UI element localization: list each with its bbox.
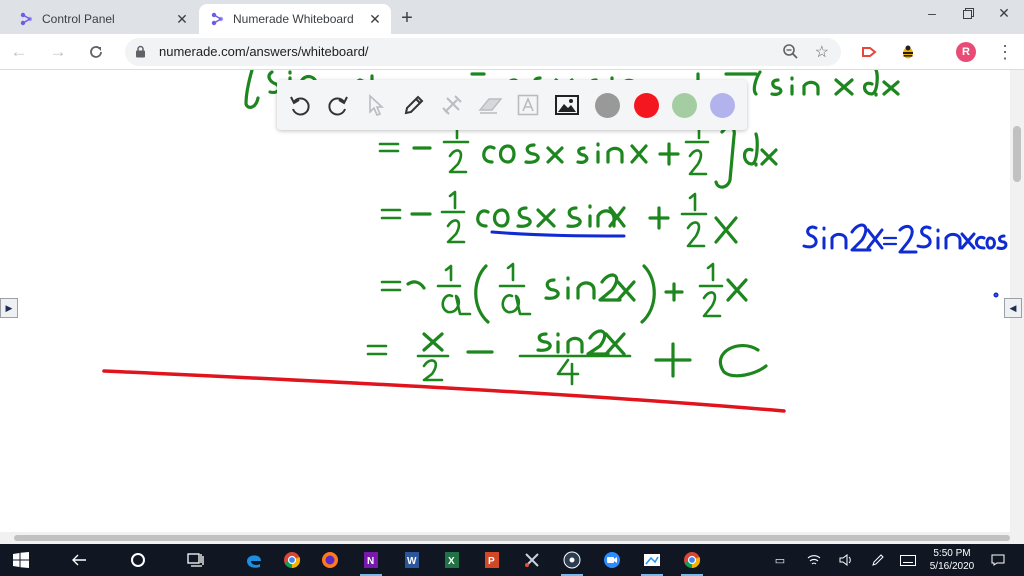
- window-close-icon[interactable]: ✕: [986, 0, 1022, 26]
- right-panel-toggle-icon[interactable]: ◀: [1004, 298, 1022, 318]
- svg-text:P: P: [488, 556, 495, 567]
- redo-icon[interactable]: [324, 91, 352, 119]
- tab-numerade-whiteboard[interactable]: Numerade Whiteboard ✕: [199, 4, 391, 34]
- close-tab-icon[interactable]: ✕: [172, 9, 192, 29]
- horizontal-scrollbar[interactable]: [0, 532, 1010, 544]
- left-panel-toggle-icon[interactable]: ▶: [0, 298, 18, 318]
- color-swatch-red[interactable]: [634, 93, 659, 118]
- image-icon[interactable]: [553, 91, 581, 119]
- select-cursor-icon[interactable]: [362, 91, 390, 119]
- whiteboard-toolbar: [277, 80, 747, 130]
- search-circle-icon[interactable]: [123, 547, 153, 573]
- tab-title: Control Panel: [42, 12, 115, 26]
- clock-date: 5/16/2020: [929, 561, 975, 572]
- notifications-icon[interactable]: [990, 552, 1006, 568]
- extension-red-arrow-icon[interactable]: [858, 41, 880, 63]
- chrome-active-icon[interactable]: [677, 547, 707, 576]
- zoom-app-icon[interactable]: [597, 547, 627, 573]
- handwritten-line-2: [380, 190, 738, 248]
- undo-icon[interactable]: [286, 91, 314, 119]
- word-icon[interactable]: W: [397, 547, 427, 573]
- reload-icon[interactable]: [83, 39, 109, 65]
- firefox-icon[interactable]: [315, 547, 345, 573]
- browser-toolbar: ← → numerade.com/answers/whiteboard/ ☆ R…: [0, 34, 1024, 70]
- blue-underline: [490, 230, 626, 238]
- svg-text:X: X: [448, 556, 455, 567]
- blue-handwriting: [490, 223, 1008, 298]
- volume-icon[interactable]: [838, 552, 854, 568]
- whiteboard-canvas[interactable]: ▶ ◀: [0, 70, 1024, 544]
- restore-icon[interactable]: [950, 0, 986, 26]
- minimize-icon[interactable]: –: [914, 0, 950, 26]
- color-swatch-green[interactable]: [672, 93, 697, 118]
- whiteboard-app-icon[interactable]: [637, 547, 667, 576]
- svg-text:W: W: [407, 556, 417, 567]
- battery-icon[interactable]: ▭: [772, 552, 788, 568]
- wifi-icon[interactable]: [806, 552, 822, 568]
- blue-dot: [993, 292, 999, 298]
- handwriting-layer: [102, 70, 1008, 413]
- back-arrow-icon[interactable]: [64, 547, 94, 573]
- numerade-icon: [209, 11, 225, 27]
- system-clock[interactable]: 5:50 PM 5/16/2020: [924, 547, 980, 573]
- kebab-menu-icon[interactable]: ⋮: [994, 40, 1016, 64]
- windows-taskbar: N W X P ▭ 5:50 PM 5/16/2020: [0, 544, 1024, 576]
- color-swatch-gray[interactable]: [595, 93, 620, 118]
- profile-avatar[interactable]: R: [956, 42, 976, 62]
- handwritten-line-1: [378, 120, 778, 189]
- close-tab-icon[interactable]: ✕: [365, 9, 385, 29]
- tab-control-panel[interactable]: Control Panel ✕: [8, 4, 198, 34]
- powerpoint-icon[interactable]: P: [477, 547, 507, 573]
- tab-title: Numerade Whiteboard: [233, 12, 354, 26]
- color-swatch-lavender[interactable]: [710, 93, 735, 118]
- obs-icon[interactable]: [557, 547, 587, 576]
- new-tab-icon[interactable]: +: [396, 7, 418, 29]
- snip-tool-icon[interactable]: [517, 547, 547, 573]
- extension-bee-icon[interactable]: [897, 41, 919, 63]
- forward-arrow-icon[interactable]: →: [45, 39, 71, 65]
- onenote-icon[interactable]: N: [356, 547, 386, 576]
- bookmark-star-icon[interactable]: ☆: [815, 42, 829, 62]
- eraser-icon[interactable]: [476, 91, 504, 119]
- text-tool-icon[interactable]: [514, 91, 542, 119]
- excel-icon[interactable]: X: [437, 547, 467, 573]
- pen-icon[interactable]: [400, 91, 428, 119]
- edge-icon[interactable]: [239, 547, 269, 573]
- vertical-scroll-thumb[interactable]: [1013, 126, 1021, 182]
- svg-text:N: N: [367, 556, 374, 567]
- task-view-icon[interactable]: [181, 547, 211, 573]
- windows-start-icon[interactable]: [6, 547, 36, 573]
- pen-workspace-icon[interactable]: [870, 552, 886, 568]
- url-text: numerade.com/answers/whiteboard/: [159, 44, 369, 59]
- numerade-icon: [18, 11, 34, 27]
- lock-icon: [135, 45, 146, 63]
- browser-tab-strip: Control Panel ✕ Numerade Whiteboard ✕ + …: [0, 0, 1024, 34]
- back-arrow-icon[interactable]: ←: [6, 39, 32, 65]
- address-bar[interactable]: numerade.com/answers/whiteboard/ ☆: [125, 38, 841, 66]
- horizontal-scroll-thumb[interactable]: [14, 535, 1010, 541]
- red-separator-line: [102, 369, 786, 413]
- keyboard-icon[interactable]: [900, 552, 916, 568]
- zoom-icon[interactable]: [782, 43, 799, 65]
- tools-icon[interactable]: [438, 91, 466, 119]
- handwritten-line-3: [380, 262, 748, 324]
- identity-note: [802, 223, 1008, 254]
- handwritten-line-4: [366, 329, 768, 386]
- chrome-icon[interactable]: [277, 547, 307, 573]
- clock-time: 5:50 PM: [933, 548, 971, 559]
